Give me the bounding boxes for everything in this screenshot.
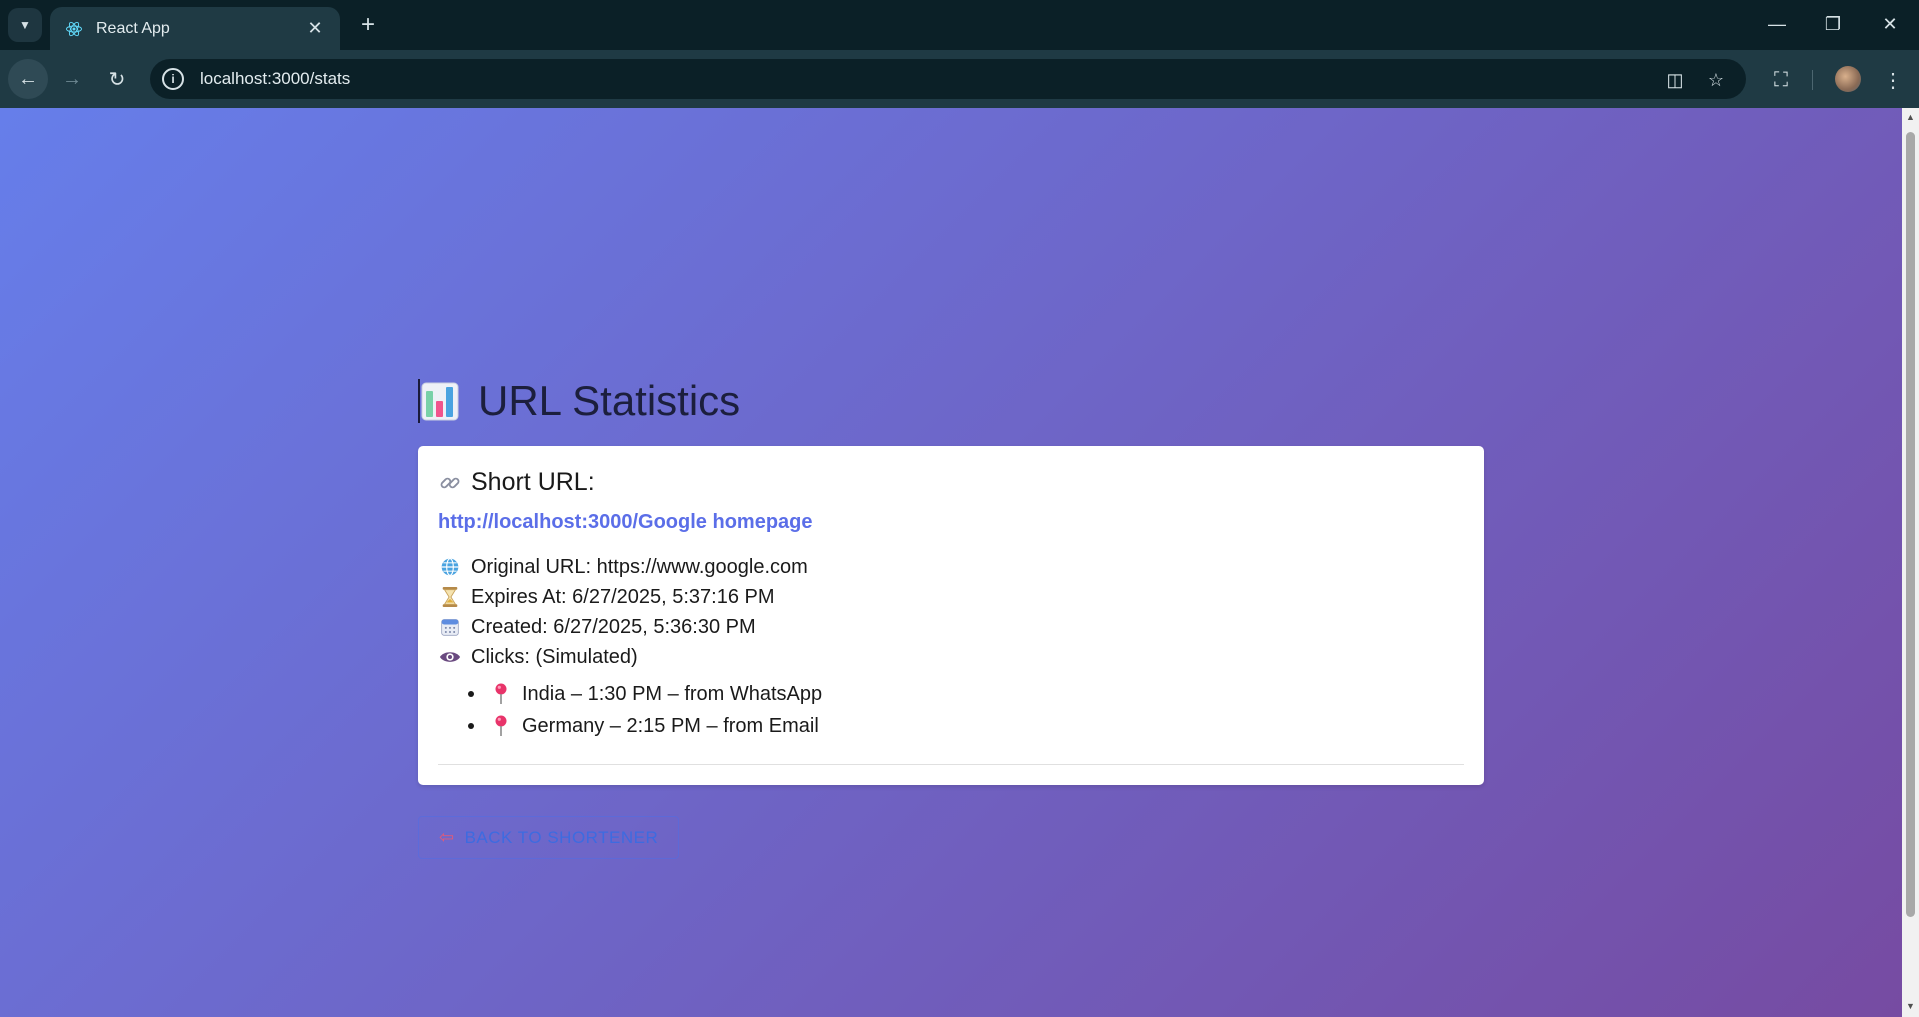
back-to-shortener-button[interactable]: ⇦ BACK TO SHORTENER bbox=[418, 816, 680, 859]
toolbar-divider bbox=[1812, 70, 1813, 90]
scroll-up-icon[interactable]: ▲ bbox=[1905, 112, 1916, 123]
back-icon[interactable]: ← bbox=[8, 59, 48, 99]
eye-icon bbox=[438, 645, 462, 669]
back-button-label: BACK TO SHORTENER bbox=[464, 827, 659, 847]
restore-icon[interactable]: ❐ bbox=[1811, 6, 1855, 42]
stats-container: URL Statistics Short URL: http://localho… bbox=[418, 376, 1484, 859]
original-url-text: Original URL: https://www.google.com bbox=[471, 555, 808, 578]
globe-icon bbox=[438, 555, 462, 579]
tab-strip: ▼ React App ✕ + — ❐ ✕ bbox=[0, 0, 1919, 50]
divider bbox=[438, 764, 1464, 765]
link-icon bbox=[438, 471, 462, 495]
pushpin-icon bbox=[489, 714, 513, 738]
forward-icon[interactable]: → bbox=[52, 59, 92, 99]
react-icon bbox=[64, 19, 84, 39]
original-url-row: Original URL: https://www.google.com bbox=[438, 552, 1464, 582]
page-viewport: URL Statistics Short URL: http://localho… bbox=[0, 108, 1902, 1017]
chevron-down-icon: ▼ bbox=[19, 18, 31, 32]
clicks-text: Clicks: (Simulated) bbox=[471, 645, 638, 668]
bullet bbox=[468, 723, 474, 729]
install-app-icon[interactable]: ◫ bbox=[1662, 67, 1688, 93]
hourglass-icon bbox=[438, 585, 462, 609]
page-scrollbar[interactable]: ▲ ▼ bbox=[1902, 108, 1919, 1017]
list-item: Germany – 2:15 PM – from Email bbox=[468, 710, 1464, 742]
page-title: URL Statistics bbox=[478, 377, 741, 424]
tab-search-button[interactable]: ▼ bbox=[8, 8, 42, 42]
expires-row: Expires At: 6/27/2025, 5:37:16 PM bbox=[438, 582, 1464, 612]
close-tab-icon[interactable]: ✕ bbox=[304, 18, 326, 39]
bullet bbox=[468, 691, 474, 697]
pushpin-icon bbox=[489, 682, 513, 706]
browser-tab[interactable]: React App ✕ bbox=[50, 7, 340, 50]
created-text: Created: 6/27/2025, 5:36:30 PM bbox=[471, 615, 756, 638]
site-info-icon[interactable]: i bbox=[162, 68, 184, 90]
address-bar-url[interactable]: localhost:3000/stats bbox=[200, 69, 350, 89]
tab-title: React App bbox=[96, 19, 170, 37]
browser-toolbar: ← → ↻ i localhost:3000/stats ◫ ☆ ⛶ ⋮ bbox=[0, 50, 1919, 108]
expires-text: Expires At: 6/27/2025, 5:37:16 PM bbox=[471, 585, 775, 608]
extensions-icon[interactable]: ⛶ bbox=[1766, 65, 1796, 95]
short-url-label: Short URL: bbox=[471, 468, 595, 496]
left-arrow-icon: ⇦ bbox=[439, 827, 455, 847]
minimize-icon[interactable]: — bbox=[1755, 6, 1799, 42]
click-list: India – 1:30 PM – from WhatsApp Germany … bbox=[438, 678, 1464, 742]
created-row: Created: 6/27/2025, 5:36:30 PM bbox=[438, 612, 1464, 642]
calendar-icon bbox=[438, 615, 462, 639]
new-tab-button[interactable]: + bbox=[352, 9, 384, 41]
profile-avatar[interactable] bbox=[1835, 66, 1861, 92]
short-url-link[interactable]: http://localhost:3000/Google homepage bbox=[438, 511, 1464, 534]
list-item: India – 1:30 PM – from WhatsApp bbox=[468, 678, 1464, 710]
click-entry-text: India – 1:30 PM – from WhatsApp bbox=[522, 682, 823, 705]
click-entry-text: Germany – 2:15 PM – from Email bbox=[522, 714, 819, 737]
short-url-heading: Short URL: bbox=[438, 468, 1464, 497]
close-window-icon[interactable]: ✕ bbox=[1868, 6, 1912, 42]
address-bar[interactable]: i localhost:3000/stats ◫ ☆ bbox=[150, 59, 1746, 99]
bookmark-star-icon[interactable]: ☆ bbox=[1703, 67, 1729, 93]
scroll-down-icon[interactable]: ▼ bbox=[1905, 1001, 1916, 1012]
clicks-row: Clicks: (Simulated) bbox=[438, 642, 1464, 672]
scroll-thumb[interactable] bbox=[1906, 132, 1915, 917]
stats-card: Short URL: http://localhost:3000/Google … bbox=[418, 446, 1484, 785]
menu-kebab-icon[interactable]: ⋮ bbox=[1878, 65, 1908, 95]
reload-icon[interactable]: ↻ bbox=[97, 59, 137, 99]
bar-chart-icon bbox=[418, 379, 460, 423]
page-header: URL Statistics bbox=[418, 376, 1484, 426]
